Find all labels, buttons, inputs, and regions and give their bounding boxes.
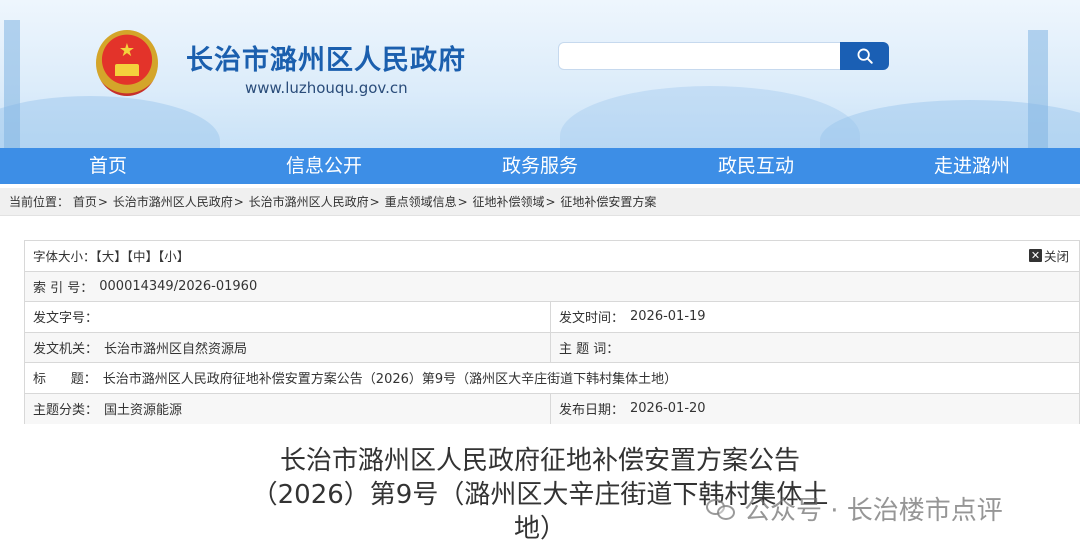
close-label: 关闭 [1043, 249, 1069, 265]
main-nav: 首页 信息公开 政务服务 政民互动 走进潞州 [0, 148, 1080, 184]
document-title-line: 长治市潞州区人民政府征地补偿安置方案公告 [279, 446, 800, 476]
wechat-icon [706, 497, 736, 521]
info-row: 发文字号： 发文时间： 2026-01-19 [25, 302, 1079, 333]
document-info-table: 字体大小：【大】【中】【小】 ✕ 关闭 索 引 号： 000014349/202… [24, 240, 1080, 424]
breadcrumb-separator: > [457, 195, 468, 209]
issuer-value: 长治市潞州区自然资源局 [104, 341, 248, 357]
search-icon [857, 48, 873, 64]
font-size-label: 字体大小： [33, 249, 96, 265]
search-input[interactable] [558, 42, 842, 70]
font-large-button[interactable]: 【大】 [96, 249, 127, 264]
info-row: 索 引 号： 000014349/2026-01960 [25, 271, 1079, 302]
site-title[interactable]: 长治市潞州区人民政府 [186, 38, 466, 77]
category-value: 国土资源能源 [104, 403, 183, 419]
breadcrumb-item[interactable]: 长治市潞州区人民政府 [113, 195, 233, 209]
issue-time-value: 2026-01-19 [630, 309, 706, 325]
doc-no-label: 发文字号： [33, 311, 99, 327]
close-button[interactable]: ✕ 关闭 [1028, 246, 1069, 265]
site-header: ★ 长治市潞州区人民政府 www.luzhouqu.gov.cn [0, 0, 1080, 148]
publish-date-value: 2026-01-20 [630, 401, 706, 417]
close-icon: ✕ [1028, 249, 1042, 263]
font-small-button[interactable]: 【小】 [158, 249, 189, 264]
watermark-text: 公众号 · 长治楼市点评 [744, 496, 1003, 526]
nav-info-disclosure[interactable]: 信息公开 [216, 148, 432, 184]
national-emblem-icon: ★ [96, 30, 158, 96]
info-row: 标 题： 长治市潞州区人民政府征地补偿安置方案公告（2026）第9号（潞州区大辛… [25, 363, 1079, 394]
title-value: 长治市潞州区人民政府征地补偿安置方案公告（2026）第9号（潞州区大辛庄街道下韩… [102, 372, 678, 388]
tower-decoration [1028, 30, 1048, 148]
search-button[interactable] [840, 42, 889, 70]
breadcrumb-item[interactable]: 长治市潞州区人民政府 [249, 195, 369, 209]
title-label: 标 题： [33, 372, 97, 388]
banner-hill [0, 96, 220, 148]
pagoda-decoration [4, 20, 20, 148]
breadcrumb-separator: > [545, 195, 556, 209]
index-value: 000014349/2026-01960 [99, 278, 258, 294]
category-label: 主题分类： [33, 403, 99, 419]
info-row: 主题分类： 国土资源能源 发布日期： 2026-01-20 [25, 393, 1079, 424]
breadcrumb-item[interactable]: 征地补偿领域 [472, 195, 544, 209]
watermark: 公众号 · 长治楼市点评 [706, 490, 1003, 527]
keywords-label: 主 题 词： [559, 341, 620, 357]
nav-interaction[interactable]: 政民互动 [648, 148, 864, 184]
nav-home[interactable]: 首页 [0, 148, 216, 184]
font-size-row: 字体大小：【大】【中】【小】 ✕ 关闭 [25, 241, 1079, 272]
breadcrumb-item[interactable]: 重点领域信息 [385, 195, 457, 209]
breadcrumb-separator: > [233, 195, 244, 209]
index-label: 索 引 号： [33, 280, 94, 296]
info-row: 发文机关： 长治市潞州区自然资源局 主 题 词： [25, 332, 1079, 363]
site-url: www.luzhouqu.gov.cn [245, 79, 408, 97]
issuer-label: 发文机关： [33, 341, 99, 357]
breadcrumb-item[interactable]: 征地补偿安置方案 [560, 195, 656, 209]
breadcrumb-separator: > [97, 195, 108, 209]
font-medium-button[interactable]: 【中】 [127, 249, 158, 264]
nav-about-luzhou[interactable]: 走进潞州 [864, 148, 1080, 184]
breadcrumb-item[interactable]: 首页 [73, 195, 97, 209]
nav-gov-services[interactable]: 政务服务 [432, 148, 648, 184]
breadcrumb-label: 当前位置： [9, 195, 70, 209]
publish-date-label: 发布日期： [559, 403, 625, 419]
banner-hill [560, 86, 860, 148]
breadcrumb: 当前位置： 首页> 长治市潞州区人民政府> 长治市潞州区人民政府> 重点领域信息… [0, 188, 1080, 216]
breadcrumb-separator: > [369, 195, 380, 209]
issue-time-label: 发文时间： [559, 311, 625, 327]
